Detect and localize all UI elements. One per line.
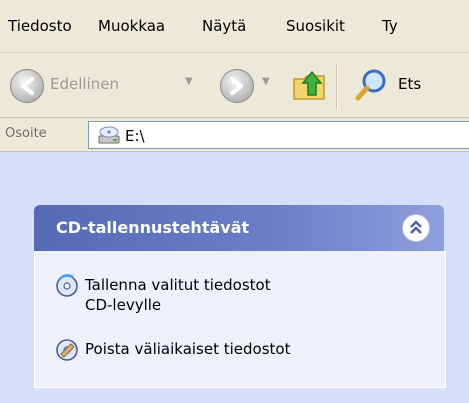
forward-dropdown-icon[interactable]: ▼ — [262, 76, 270, 87]
address-value: E:\ — [125, 127, 145, 145]
cd-drive-icon — [98, 126, 120, 144]
search-label: Ets — [398, 75, 422, 93]
address-input[interactable]: E:\ — [88, 121, 469, 149]
menu-item-file[interactable]: Tiedosto — [8, 17, 72, 35]
forward-arrow-icon — [229, 76, 244, 96]
cd-tasks-panel-body: Tallenna valitut tiedostot CD-levylle Po… — [34, 251, 446, 388]
task-delete-temp-files[interactable]: Poista väliaikaiset tiedostot — [85, 339, 290, 359]
toolbar-separator — [336, 63, 338, 109]
double-chevron-up-icon — [410, 220, 422, 234]
task-delete-label: Poista väliaikaiset tiedostot — [85, 340, 291, 358]
back-button[interactable]: Edellinen — [8, 63, 178, 107]
collapse-button[interactable] — [402, 214, 430, 242]
address-label: Osoite — [5, 126, 47, 141]
forward-button[interactable] — [220, 69, 254, 103]
search-icon — [355, 69, 386, 101]
folder-up-icon — [293, 70, 325, 100]
menu-item-edit[interactable]: Muokkaa — [98, 17, 165, 35]
up-folder-button[interactable] — [290, 65, 330, 105]
task-burn-line1: Tallenna valitut tiedostot — [85, 276, 271, 294]
menu-item-view[interactable]: Näytä — [202, 17, 246, 35]
task-burn-line2: CD-levylle — [85, 296, 162, 314]
back-label: Edellinen — [50, 75, 119, 93]
menu-item-favorites[interactable]: Suosikit — [286, 17, 345, 35]
back-dropdown-icon[interactable]: ▼ — [185, 76, 193, 87]
back-arrow-icon — [10, 69, 44, 103]
address-bar: Osoite E:\ — [0, 118, 469, 152]
delete-temp-files-icon — [56, 339, 78, 361]
menu-bar: Tiedosto Muokkaa Näytä Suosikit Ty — [0, 0, 469, 53]
cd-tasks-panel-header[interactable]: CD-tallennustehtävät — [34, 205, 444, 251]
search-button[interactable]: Ets — [354, 63, 469, 107]
task-burn-to-cd[interactable]: Tallenna valitut tiedostot CD-levylle — [85, 275, 271, 315]
menu-item-tools[interactable]: Ty — [382, 17, 398, 35]
panel-title: CD-tallennustehtävät — [56, 218, 250, 237]
burn-cd-icon — [56, 274, 78, 297]
toolbar: Edellinen ▼ ▼ Ets — [0, 53, 469, 118]
